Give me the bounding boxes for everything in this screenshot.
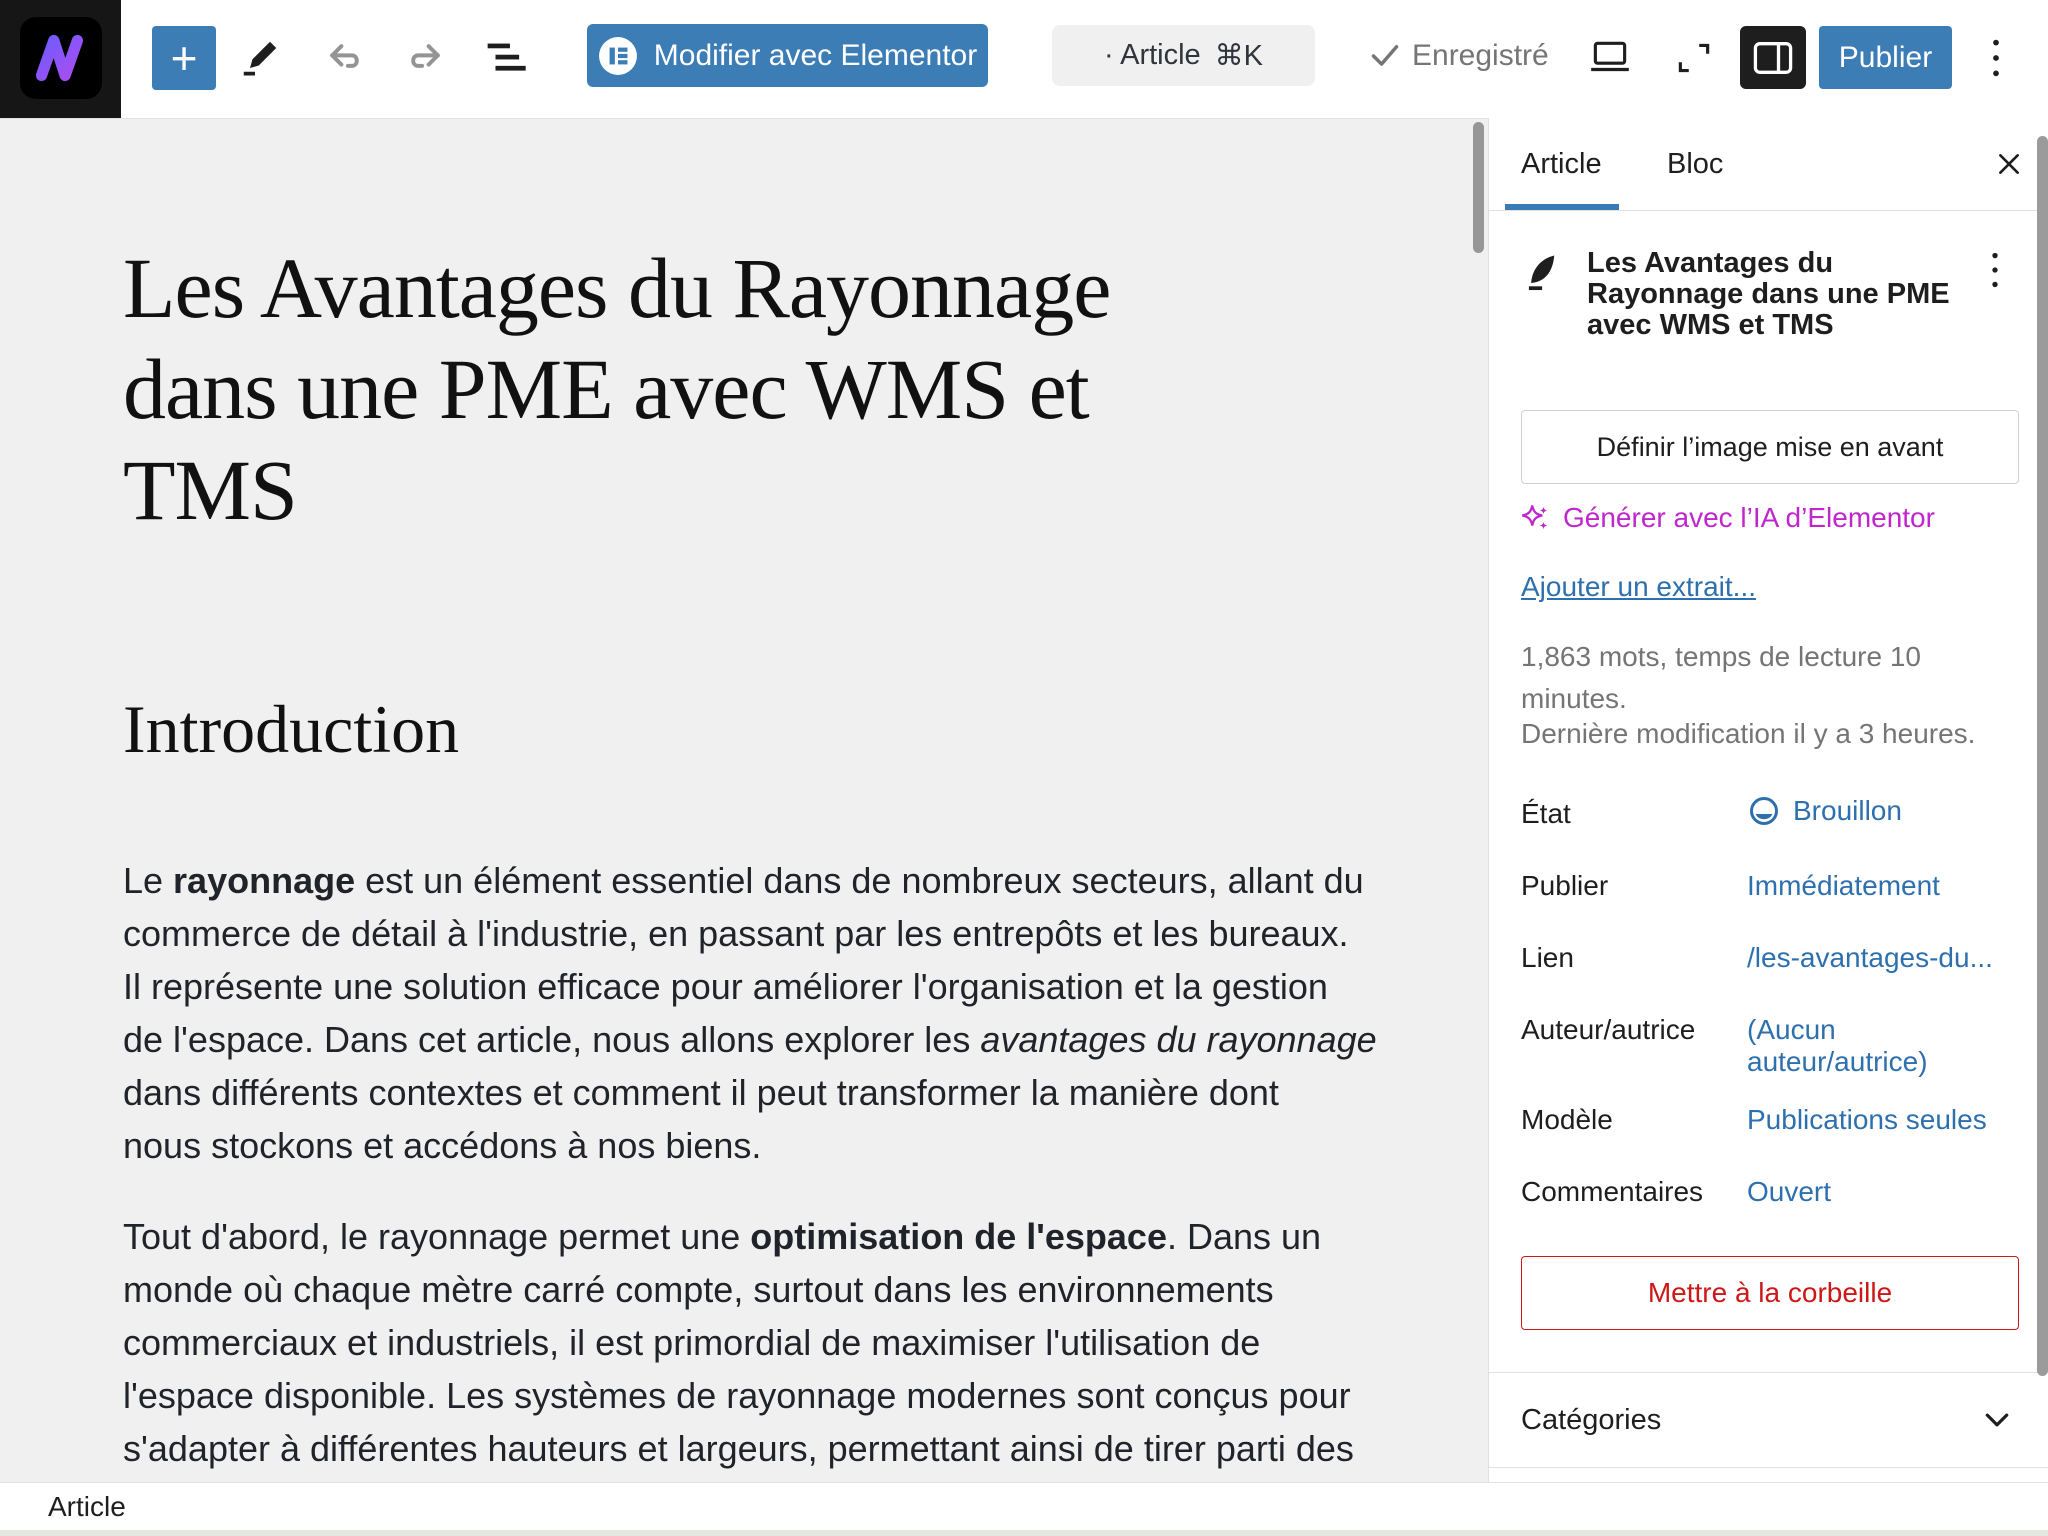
command-center-button[interactable]: · Article ⌘K	[1052, 25, 1315, 86]
paragraph-line[interactable]: monde où chaque mètre carré compte, surt…	[123, 1265, 1423, 1315]
row-label: Publier	[1521, 870, 1608, 902]
elementor-button-label: Modifier avec Elementor	[654, 39, 977, 73]
status-value-button[interactable]: Brouillon	[1747, 794, 1902, 828]
paragraph-line[interactable]: l'espace disponible. Les systèmes de ray…	[123, 1371, 1423, 1421]
tab-bloc[interactable]: Bloc	[1667, 118, 1723, 210]
site-logo	[20, 17, 102, 99]
set-featured-image-button[interactable]: Définir l’image mise en avant	[1521, 410, 2019, 484]
paragraph-line[interactable]: commerciaux et industriels, il est primo…	[123, 1318, 1423, 1368]
row-value-link[interactable]: Immédiatement	[1747, 870, 2023, 902]
paragraph-line[interactable]: de l'espace. Dans cet article, nous allo…	[123, 1015, 1423, 1065]
tools-pencil-button[interactable]	[232, 30, 288, 86]
row-value-link[interactable]: Publications seules	[1747, 1104, 2023, 1136]
command-label: · Article	[1104, 39, 1201, 72]
paragraph-line[interactable]: Le rayonnage est un élément essentiel da…	[123, 856, 1423, 906]
post-type-quill-icon	[1519, 250, 1563, 294]
categories-panel-label: Catégories	[1521, 1404, 1661, 1437]
undo-icon	[323, 37, 365, 79]
row-label: État	[1521, 798, 1571, 830]
chevron-down-icon	[1985, 1413, 2009, 1427]
row-value-link[interactable]: Ouvert	[1747, 1176, 2023, 1208]
generate-ai-link[interactable]: Générer avec l’IA d’Elementor	[1521, 502, 1935, 534]
paragraph-line[interactable]: dans différents contextes et comment il …	[123, 1068, 1423, 1118]
divider	[1489, 1467, 2048, 1468]
undo-button[interactable]	[316, 30, 372, 86]
row-label: Modèle	[1521, 1104, 1613, 1136]
publish-button[interactable]: Publier	[1819, 26, 1952, 89]
command-shortcut: ⌘K	[1215, 38, 1263, 73]
tab-article[interactable]: Article	[1521, 118, 1602, 210]
post-card-options-button[interactable]	[1989, 250, 2001, 290]
list-view-icon	[485, 37, 527, 79]
sidebar-panel-icon	[1751, 38, 1795, 78]
ai-sparkle-icon	[1521, 503, 1551, 533]
site-logo-mark-icon	[20, 17, 102, 99]
word-count-text: 1,863 mots, temps de lecture 10 minutes.	[1521, 636, 1981, 720]
expand-icon	[1673, 37, 1715, 79]
pencil-icon	[240, 38, 280, 78]
window-bottom-strip	[0, 1530, 2048, 1536]
add-excerpt-link[interactable]: Ajouter un extrait...	[1521, 571, 1756, 603]
draft-status-icon	[1747, 794, 1781, 828]
fullscreen-button[interactable]	[1666, 30, 1722, 86]
saved-label: Enregistré	[1412, 39, 1549, 73]
list-view-button[interactable]	[478, 30, 534, 86]
divider	[1489, 210, 2048, 211]
breadcrumb-bar: Article	[0, 1482, 2048, 1531]
last-modified-text: Dernière modification il y a 3 heures.	[1521, 718, 2041, 750]
redo-button[interactable]	[398, 30, 454, 86]
preview-button[interactable]	[1582, 30, 1638, 86]
sidebar-post-title[interactable]: Les Avantages du Rayonnage dans une PME …	[1587, 248, 1975, 341]
options-menu-button[interactable]	[1968, 30, 2024, 86]
editor-window: +	[0, 0, 2048, 1536]
post-title-line: TMS	[123, 440, 1110, 541]
row-value-link[interactable]: /les-avantages-du...	[1747, 942, 2023, 974]
paragraph-line[interactable]: s'adapter à différentes hauteurs et larg…	[123, 1424, 1423, 1474]
status-value: Brouillon	[1793, 795, 1902, 827]
elementor-logo-icon	[598, 36, 638, 76]
editor-top-bar: +	[0, 0, 2048, 119]
kebab-menu-icon	[1989, 250, 2001, 290]
paragraph-line[interactable]: nous stockons et accédons à nos biens.	[123, 1121, 1423, 1171]
site-logo-block[interactable]	[0, 0, 121, 118]
content-scrollbar[interactable]	[1473, 122, 1484, 253]
edit-with-elementor-button[interactable]: Modifier avec Elementor	[587, 24, 988, 87]
close-icon	[1996, 151, 2022, 177]
move-to-trash-button[interactable]: Mettre à la corbeille	[1521, 1256, 2019, 1330]
post-title-line: Les Avantages du Rayonnage	[123, 238, 1110, 339]
check-icon	[1370, 41, 1400, 71]
laptop-icon	[1587, 36, 1633, 80]
post-title[interactable]: Les Avantages du Rayonnage dans une PME …	[123, 238, 1110, 541]
post-title-line: dans une PME avec WMS et	[123, 339, 1110, 440]
paragraph-line[interactable]: Tout d'abord, le rayonnage permet une op…	[123, 1212, 1423, 1262]
saved-status: Enregistré	[1370, 25, 1549, 86]
settings-sidebar-toggle[interactable]	[1740, 26, 1806, 89]
generate-ai-label: Générer avec l’IA d’Elementor	[1563, 502, 1935, 534]
row-label: Commentaires	[1521, 1176, 1703, 1208]
paragraph-line[interactable]: commerce de détail à l'industrie, en pas…	[123, 909, 1423, 959]
redo-icon	[405, 37, 447, 79]
row-value-link[interactable]: (Aucun auteur/autrice)	[1747, 1014, 1987, 1078]
settings-sidebar: Article Bloc Les Avantages du Rayonnage …	[1488, 118, 2048, 1482]
paragraph-line[interactable]: Il représente une solution efficace pour…	[123, 962, 1423, 1012]
breadcrumb[interactable]: Article	[48, 1491, 126, 1523]
close-sidebar-button[interactable]	[1989, 144, 2029, 184]
intro-heading[interactable]: Introduction	[123, 690, 459, 769]
row-label: Auteur/autrice	[1521, 1014, 1695, 1046]
add-block-button[interactable]: +	[152, 26, 216, 90]
row-label: Lien	[1521, 942, 1574, 974]
sidebar-scrollbar[interactable]	[2037, 136, 2048, 1376]
categories-panel-toggle[interactable]: Catégories	[1489, 1373, 2048, 1467]
kebab-menu-icon	[1989, 36, 2003, 80]
